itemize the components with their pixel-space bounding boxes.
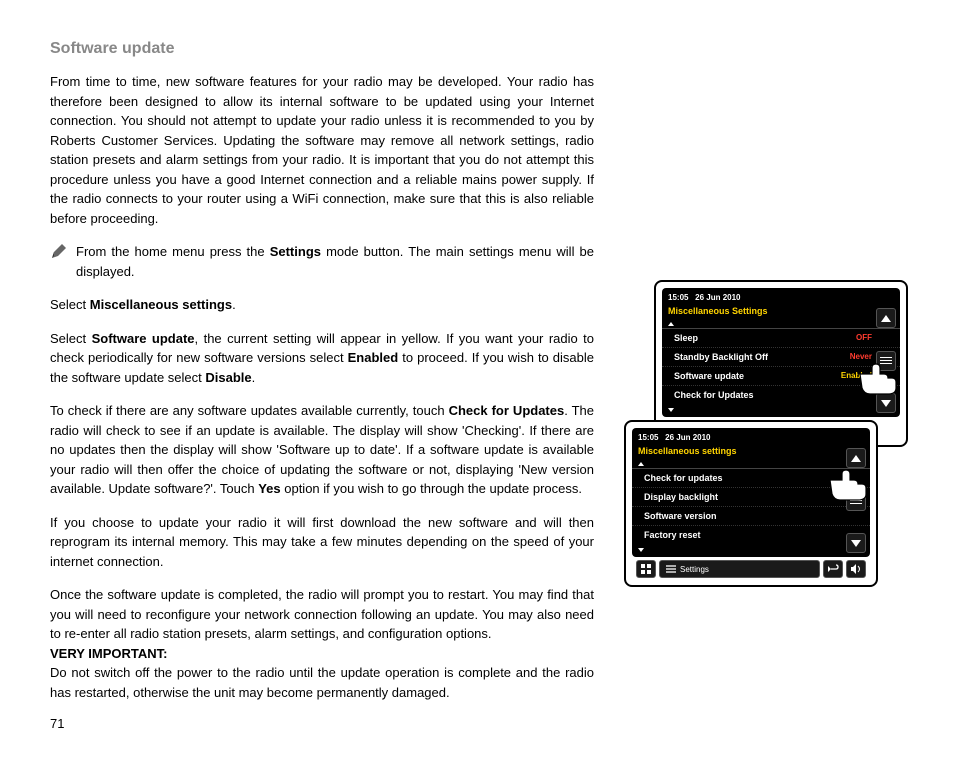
item-label: Check for updates [644, 473, 723, 483]
list-item[interactable]: Display backlight [632, 488, 870, 507]
home-button[interactable] [636, 560, 656, 578]
list-item[interactable]: Factory reset [632, 526, 870, 544]
list-item[interactable]: Check for updates [632, 469, 870, 488]
device-screenshot-2: 15:05 26 Jun 2010 Miscellaneous settings… [624, 420, 878, 587]
enabled-bold: Enabled [348, 350, 399, 365]
date: 26 Jun 2010 [695, 293, 740, 302]
list-item[interactable]: Software version [632, 507, 870, 526]
text: . [252, 370, 256, 385]
download-paragraph: If you choose to update your radio it wi… [50, 513, 594, 572]
settings-label: Settings [680, 565, 709, 574]
intro-paragraph: From time to time, new software features… [50, 72, 594, 228]
text: Select [50, 297, 90, 312]
up-button[interactable] [846, 448, 866, 468]
menu-icon [666, 565, 676, 573]
scroll-up-indicator [638, 462, 644, 466]
item-value: OFF [856, 333, 872, 343]
scroll-up-indicator [668, 322, 674, 326]
sw-bold: Software update [92, 331, 195, 346]
vimp-label: VERY IMPORTANT: [50, 646, 168, 661]
clock: 15:05 [638, 433, 658, 442]
text: option if you wish to go through the upd… [281, 481, 582, 496]
select-software-update: Select Software update, the current sett… [50, 329, 594, 388]
menu-button[interactable] [846, 491, 866, 511]
down-button[interactable] [876, 393, 896, 413]
text: Select [50, 331, 92, 346]
down-button[interactable] [846, 533, 866, 553]
item-label: Check for Updates [674, 390, 754, 400]
scroll-down-indicator [638, 548, 644, 552]
item-value: Never [850, 352, 872, 362]
check-bold: Check for Updates [449, 403, 565, 418]
item-label: Software version [644, 511, 717, 521]
item-label: Sleep [674, 333, 698, 343]
yes-bold: Yes [258, 481, 280, 496]
item-label: Standby Backlight Off [674, 352, 768, 362]
status-bar: 15:05 26 Jun 2010 [662, 291, 900, 304]
date: 26 Jun 2010 [665, 433, 710, 442]
misc-bold: Miscellaneous settings [90, 297, 232, 312]
vimp-text: Do not switch off the power to the radio… [50, 665, 594, 700]
step-settings: From the home menu press the Settings mo… [76, 242, 594, 281]
screen-title: Miscellaneous Settings [662, 304, 900, 318]
menu-list: Check for updates Display backlight Soft… [632, 468, 870, 544]
text: From the home menu press the [76, 244, 270, 259]
scroll-down-indicator [668, 408, 674, 412]
list-item[interactable]: Standby Backlight Off Never [662, 348, 900, 367]
item-value: Enabled [841, 371, 872, 381]
page-number: 71 [50, 716, 594, 731]
settings-bold: Settings [270, 244, 321, 259]
pen-icon [50, 242, 68, 281]
screen-title: Miscellaneous settings [632, 444, 870, 458]
settings-button[interactable]: Settings [659, 560, 820, 578]
up-button[interactable] [876, 308, 896, 328]
clock: 15:05 [668, 293, 688, 302]
item-label: Software update [674, 371, 744, 381]
text: . [232, 297, 236, 312]
menu-button[interactable] [876, 351, 896, 371]
menu-list: Sleep OFF Standby Backlight Off Never Soft… [662, 328, 900, 404]
section-heading: Software update [50, 40, 594, 58]
back-button[interactable] [823, 560, 843, 578]
restart-paragraph: Once the software update is completed, t… [50, 585, 594, 644]
item-label: Display backlight [644, 492, 718, 502]
check-updates-paragraph: To check if there are any software updat… [50, 401, 594, 499]
list-item[interactable]: Check for Updates [662, 386, 900, 404]
item-label: Factory reset [644, 530, 701, 540]
disable-bold: Disable [205, 370, 251, 385]
text: To check if there are any software updat… [50, 403, 449, 418]
list-item[interactable]: Sleep OFF [662, 329, 900, 348]
list-item[interactable]: Software update Enabled [662, 367, 900, 386]
speaker-button[interactable] [846, 560, 866, 578]
select-misc: Select Miscellaneous settings. [50, 295, 594, 315]
status-bar: 15:05 26 Jun 2010 [632, 431, 870, 444]
